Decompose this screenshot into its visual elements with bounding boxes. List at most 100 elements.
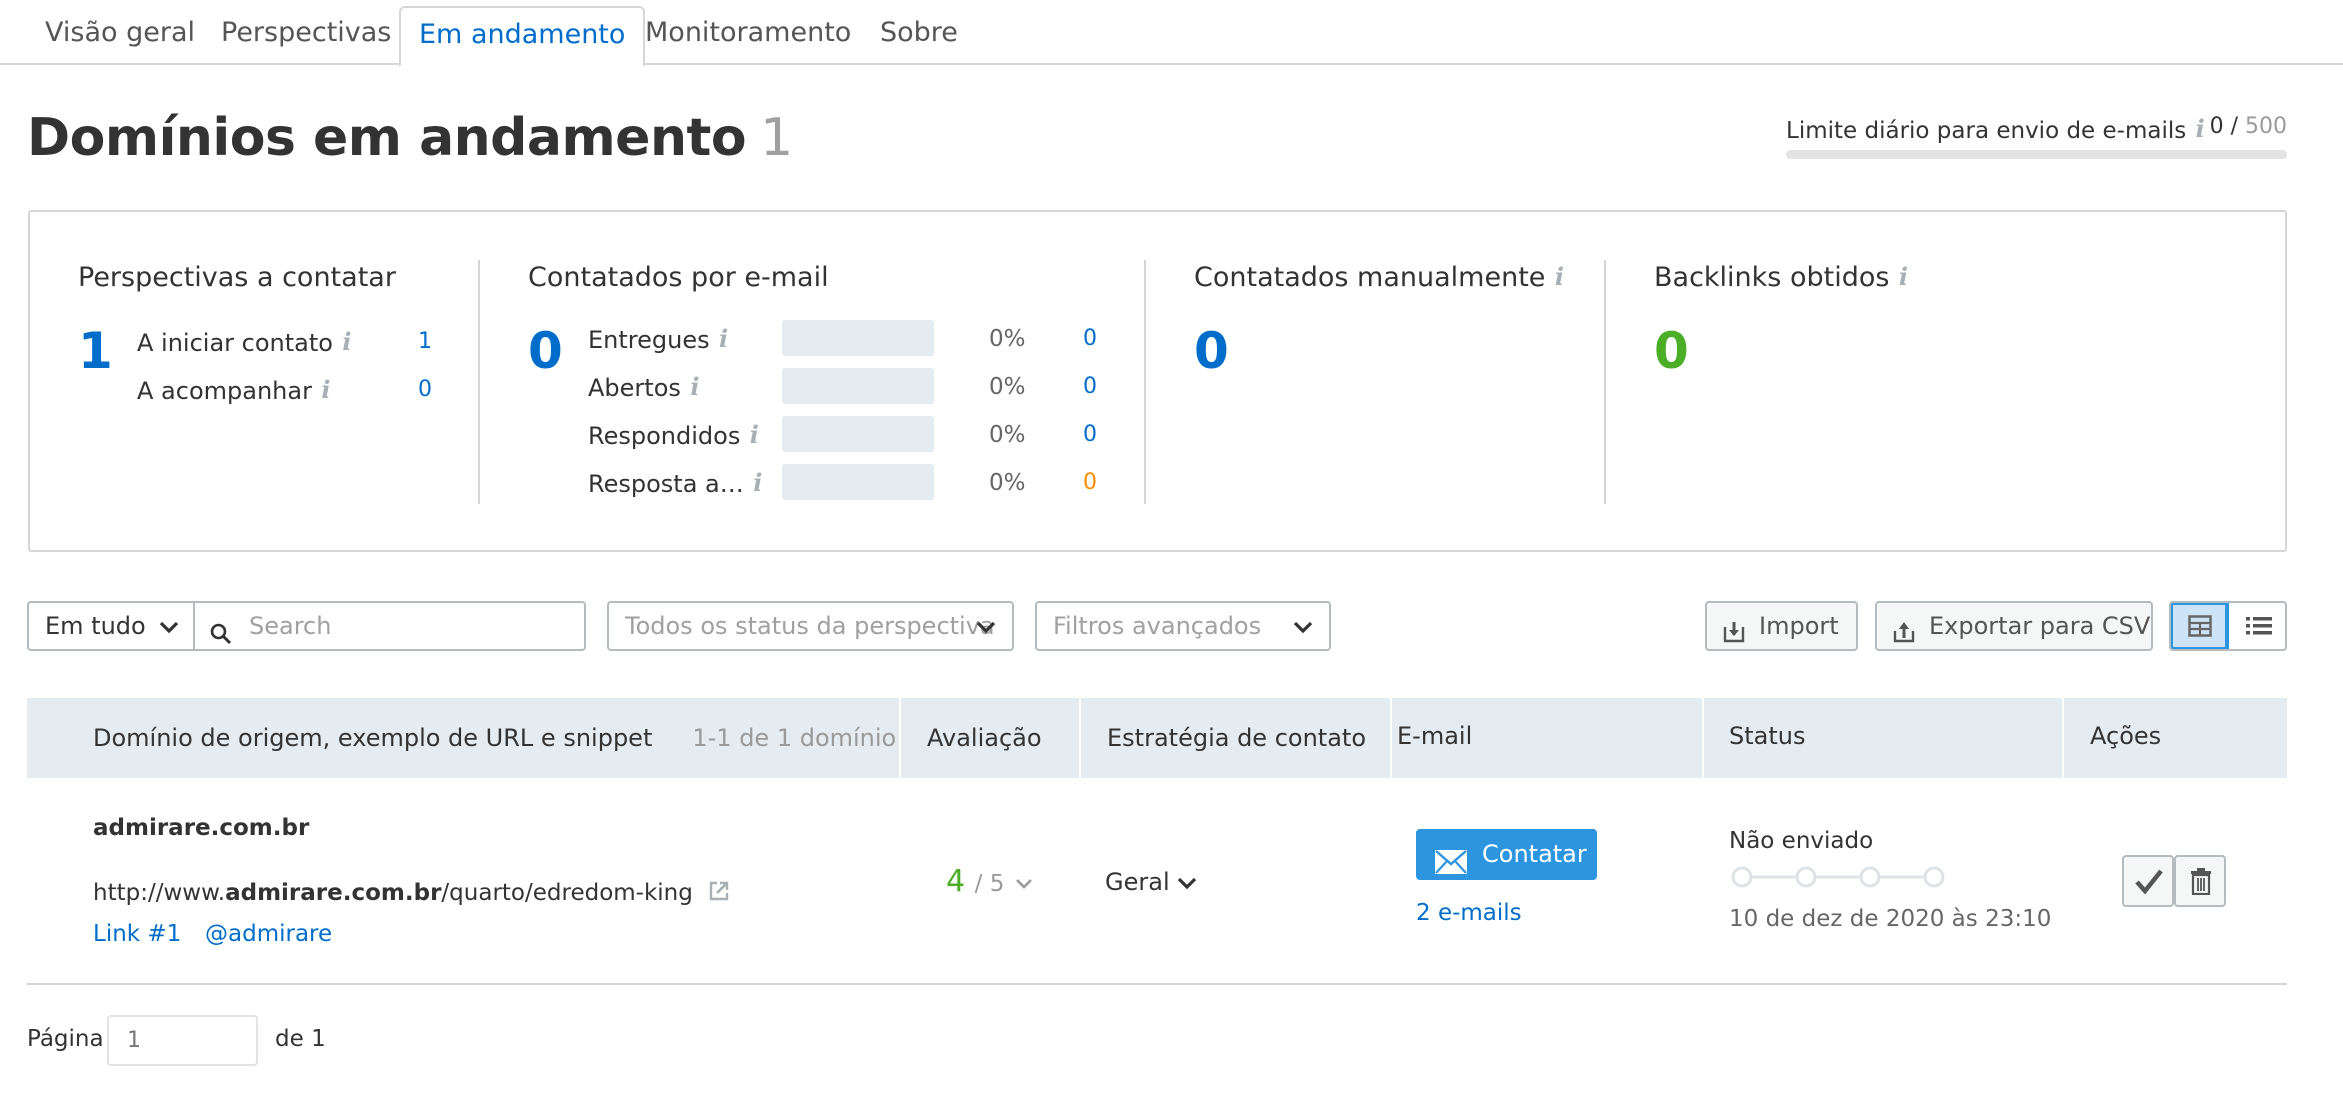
row-url[interactable]: http://www.admirare.com.br/quarto/edredo…	[93, 880, 730, 908]
email-stat-text: Abertos	[588, 374, 681, 402]
view-toggle	[2169, 601, 2287, 651]
table-grid-icon	[2188, 615, 2212, 641]
contact-strategy-dropdown[interactable]: Geral	[1105, 868, 1197, 896]
column-header-strategy[interactable]: Estratégia de contato	[1107, 698, 1366, 778]
info-icon[interactable]: i	[2194, 114, 2206, 143]
info-icon[interactable]: i	[320, 375, 332, 404]
column-domain-label: Domínio de origem, exemplo de URL e snip…	[93, 724, 653, 752]
export-icon	[1891, 614, 1917, 660]
prospects-follow-up-value[interactable]: 0	[418, 377, 432, 402]
prospects-title: Perspectivas a contatar	[78, 262, 396, 293]
row-divider	[27, 983, 2287, 985]
email-stat-bar	[782, 368, 934, 404]
pagination-label: Página	[27, 1026, 104, 1052]
column-separator	[899, 698, 901, 778]
email-stat-bar	[782, 320, 934, 356]
email-stat-bar	[782, 416, 934, 452]
page-number-input[interactable]	[107, 1015, 258, 1066]
import-icon	[1721, 614, 1747, 660]
prospects-to-start-value[interactable]: 1	[418, 329, 432, 354]
link-number[interactable]: Link #1	[93, 921, 181, 947]
approve-button[interactable]	[2122, 855, 2174, 907]
divider	[1144, 260, 1146, 504]
delete-button[interactable]	[2174, 855, 2226, 907]
prospects-row-label: A iniciar contato i	[137, 327, 353, 357]
label-to-start: A iniciar contato	[137, 329, 333, 357]
email-limit-value: 0 / 500	[2210, 114, 2287, 139]
table-view-button[interactable]	[2171, 603, 2229, 649]
tab-prospects[interactable]: Perspectivas	[203, 6, 409, 66]
email-stat-value[interactable]: 0	[1083, 422, 1097, 447]
prospects-row-label: A acompanhar i	[137, 375, 332, 405]
export-csv-button[interactable]: Exportar para CSV	[1875, 601, 2153, 651]
status-text: Não enviado	[1729, 828, 1874, 854]
info-icon[interactable]: i	[1553, 262, 1565, 291]
email-stat-label-replied: Respondidos i	[588, 420, 760, 450]
import-button[interactable]: Import	[1705, 601, 1858, 651]
email-stat-value[interactable]: 0	[1083, 470, 1097, 495]
status-steps	[1729, 864, 1949, 894]
column-header-email[interactable]: E-mail	[1397, 696, 1472, 776]
email-stat-percent: 0%	[989, 470, 1026, 496]
advanced-filters-value: Filtros avançados	[1053, 612, 1262, 640]
prospect-status-select[interactable]: Todos os status da perspectiva	[607, 601, 1014, 651]
status-step	[1859, 866, 1881, 888]
anchor-text-link[interactable]: @admirare	[205, 921, 332, 947]
trash-icon	[2190, 867, 2212, 899]
info-icon[interactable]: i	[689, 372, 701, 401]
column-header-status[interactable]: Status	[1729, 696, 1805, 776]
column-header-rating[interactable]: Avaliação	[927, 698, 1042, 778]
manual-title: Contatados manualmente i	[1194, 262, 1565, 293]
advanced-filters-select[interactable]: Filtros avançados	[1035, 601, 1331, 651]
column-header-actions: Ações	[2090, 722, 2162, 750]
email-stat-value[interactable]: 0	[1083, 374, 1097, 399]
info-icon[interactable]: i	[718, 324, 730, 353]
email-limit-used: 0	[2209, 114, 2224, 139]
contact-button[interactable]: Contatar	[1416, 829, 1597, 880]
emails-count-link[interactable]: 2 e-mails	[1416, 900, 1522, 926]
url-domain: admirare.com.br	[225, 880, 442, 906]
url-path: /quarto/edredom-king	[441, 880, 693, 906]
info-icon[interactable]: i	[752, 468, 764, 497]
column-header-domain[interactable]: Domínio de origem, exemplo de URL e snip…	[93, 698, 896, 778]
row-domain: admirare.com.br	[93, 815, 310, 841]
backlinks-total: 0	[1654, 322, 1689, 380]
prospect-status-select-value: Todos os status da perspectiva	[625, 612, 995, 640]
email-stat-label-delivered: Entregues i	[588, 324, 730, 354]
export-label: Exportar para CSV	[1929, 612, 2151, 640]
page-title-count: 1	[760, 108, 793, 168]
scope-select[interactable]: Em tudo	[27, 601, 195, 651]
tab-bar: Visão geral Perspectivas Em andamento Mo…	[0, 0, 2343, 67]
email-stat-bar	[782, 464, 934, 500]
rating-dropdown[interactable]: 4 / 5	[946, 864, 1034, 899]
domain-count: 1-1 de 1 domínio	[692, 724, 897, 752]
info-icon[interactable]: i	[341, 327, 353, 356]
manual-total: 0	[1194, 322, 1229, 380]
search-input[interactable]	[249, 611, 569, 641]
email-stat-text: Respondidos	[588, 422, 741, 450]
email-stat-label-reply-rate: Resposta a… i	[588, 468, 764, 498]
email-stat-text: Resposta a…	[588, 470, 744, 498]
external-link-icon[interactable]	[708, 880, 730, 908]
tab-in-progress[interactable]: Em andamento	[399, 6, 646, 67]
list-view-button[interactable]	[2229, 603, 2285, 649]
emailed-title: Contatados por e-mail	[528, 262, 829, 293]
pagination-of-label: de	[275, 1026, 304, 1052]
email-stat-text: Entregues	[588, 326, 710, 354]
backlinks-title: Backlinks obtidos i	[1654, 262, 1909, 293]
chevron-down-icon	[1014, 864, 1034, 899]
email-limit-separator: /	[2223, 114, 2245, 139]
tab-overview[interactable]: Visão geral	[27, 6, 213, 66]
chevron-down-icon	[159, 603, 179, 649]
tab-monitoring[interactable]: Monitoramento	[627, 6, 869, 66]
search-icon	[209, 615, 233, 661]
tab-about[interactable]: Sobre	[862, 6, 976, 66]
chevron-down-icon	[976, 603, 996, 649]
email-limit: Limite diário para envio de e-mails i 0 /…	[1786, 114, 2287, 159]
email-limit-progress	[1786, 150, 2287, 159]
info-icon[interactable]: i	[1897, 262, 1909, 291]
info-icon[interactable]: i	[748, 420, 760, 449]
email-stat-value[interactable]: 0	[1083, 326, 1097, 351]
page-title: Domínios em andamento 1	[27, 108, 793, 168]
search-box[interactable]	[193, 601, 586, 651]
